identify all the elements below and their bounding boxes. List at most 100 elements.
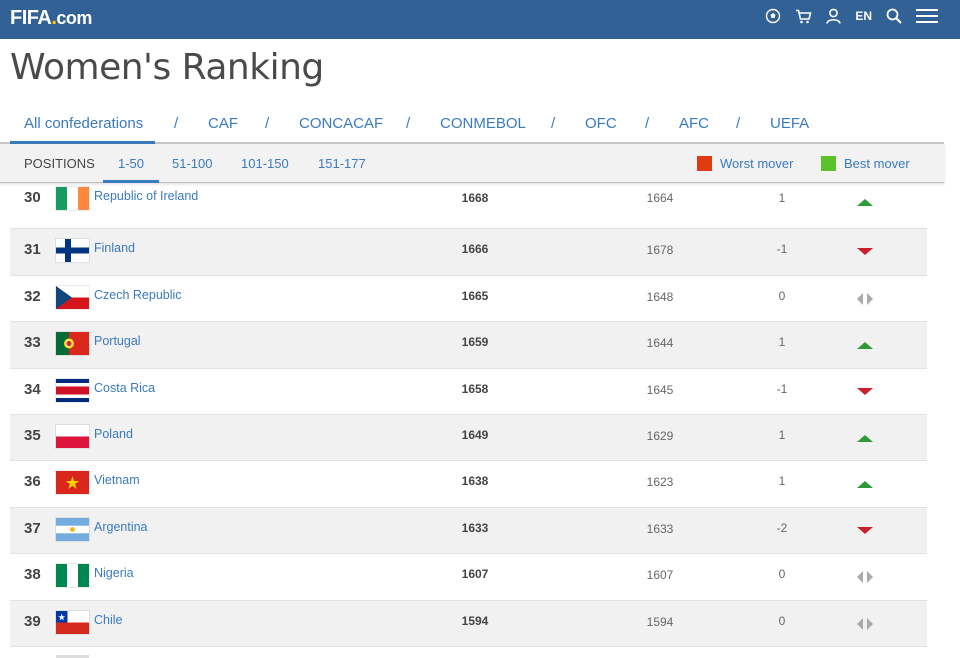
table-row[interactable]: 37 Argentina 1633 1633 -2 [10,507,927,555]
header-actions: EN [765,8,938,24]
tab-uefa[interactable]: UEFA [770,115,809,132]
tab-caf[interactable]: CAF [208,115,238,132]
positions-label: POSITIONS [24,156,95,171]
tab-all-confederations[interactable]: All confederations [24,115,143,132]
positions-bar: POSITIONS 1-50 51-100 101-150 151-177 Wo… [0,144,944,183]
total-points: 1649 [461,427,489,442]
ranking-table: 30 Republic of Ireland 1668 1664 1 31 Finland 1… [10,183,927,647]
total-points: 1665 [461,288,489,303]
table-row[interactable]: 39 Chile 1594 1594 0 [10,600,927,647]
previous-points: 1644 [646,336,674,351]
previous-points: 1594 [646,614,674,629]
tab-ofc[interactable]: OFC [585,115,617,132]
tab-positions-101-150[interactable]: 101-150 [241,156,289,171]
total-points: 1666 [461,242,489,257]
tab-conmebol[interactable]: CONMEBOL [440,115,526,132]
country-link[interactable]: Chile [94,613,123,627]
total-points: 1638 [461,474,489,489]
rank-number: 30 [24,189,41,206]
rank-number: 33 [24,334,41,352]
rank-number: 37 [24,519,41,537]
trend-down-icon [855,245,875,257]
country-link[interactable]: Costa Rica [94,381,155,395]
trend-same-icon [855,617,875,630]
best-mover-swatch [821,156,836,171]
finland-flag-icon [56,239,89,263]
table-row[interactable]: 30 Republic of Ireland 1668 1664 1 [10,183,927,230]
costarica-flag-icon [56,378,89,402]
tab-positions-151-177[interactable]: 151-177 [318,156,366,171]
total-points: 1668 [461,191,489,205]
rank-movement: 1 [778,427,786,442]
table-row[interactable]: 38 Nigeria 1607 1607 0 [10,554,927,601]
previous-points: 1648 [646,289,674,304]
country-link[interactable]: Vietnam [94,473,140,487]
portugal-flag-icon [56,332,89,356]
country-link[interactable]: Portugal [94,334,141,348]
user-icon[interactable] [826,8,842,24]
rank-movement: -1 [776,381,788,396]
czech-flag-icon [56,285,89,309]
trend-up-icon [855,477,875,489]
rank-movement: 1 [778,335,786,350]
trend-down-icon [855,385,875,397]
rank-movement: 0 [778,288,786,303]
rank-number: 38 [24,566,41,584]
rank-movement: 1 [778,474,786,489]
rank-movement: -2 [776,520,788,535]
rank-number: 35 [24,426,41,444]
top-bar: FIFA.com EN [0,0,960,39]
country-link[interactable]: Finland [94,241,135,255]
vietnam-flag-icon [56,471,89,495]
tab-separator: / [736,115,741,132]
confederation-tabs: All confederations / CAF / CONCACAF / CO… [0,108,944,144]
table-row[interactable]: 35 Poland 1649 1629 1 [10,414,927,462]
table-row[interactable]: 34 Costa Rica 1658 1645 -1 [10,369,927,415]
page-title: Women's Ranking [10,47,324,88]
previous-points: 1664 [646,191,674,205]
rank-number: 31 [24,241,41,259]
total-points: 1658 [461,381,489,396]
previous-points: 1633 [646,521,674,536]
fifa-logo[interactable]: FIFA.com [10,7,92,30]
total-points: 1659 [461,335,489,350]
argentina-flag-icon [56,517,89,541]
worst-mover-swatch [697,156,712,171]
table-row[interactable]: 31 Finland 1666 1678 -1 [10,229,927,276]
trend-same-icon [855,292,875,305]
tab-positions-51-100[interactable]: 51-100 [172,156,212,171]
rank-number: 34 [24,380,41,398]
tab-positions-1-50[interactable]: 1-50 [118,156,144,171]
search-icon[interactable] [886,8,902,24]
rank-number: 32 [24,287,41,305]
ball-icon[interactable] [765,8,781,24]
previous-points: 1607 [646,568,674,583]
total-points: 1633 [461,520,489,535]
ireland-flag-icon [56,187,89,210]
rank-movement: 1 [778,191,786,205]
trend-down-icon [855,524,875,536]
trend-up-icon [855,431,875,443]
table-row[interactable]: 36 Vietnam 1638 1623 1 [10,461,927,508]
tab-afc[interactable]: AFC [679,115,709,132]
language-selector[interactable]: EN [855,9,872,23]
country-link[interactable]: Argentina [94,520,148,534]
cart-icon[interactable] [795,9,812,24]
trend-up-icon [855,195,875,207]
chile-flag-icon [56,610,89,634]
tab-separator: / [174,115,179,132]
rank-movement: -1 [776,242,788,257]
menu-icon[interactable] [916,8,938,24]
table-row[interactable]: 33 Portugal 1659 1644 1 [10,322,927,369]
table-row[interactable]: 32 Czech Republic 1665 1648 0 [10,276,927,323]
country-link[interactable]: Republic of Ireland [94,189,198,203]
country-link[interactable]: Poland [94,427,133,441]
tab-concacaf[interactable]: CONCACAF [299,115,383,132]
country-link[interactable]: Czech Republic [94,288,182,302]
rank-movement: 0 [778,613,786,628]
previous-points: 1623 [646,475,674,490]
tab-separator: / [551,115,556,132]
total-points: 1607 [461,567,489,582]
country-link[interactable]: Nigeria [94,566,134,580]
tab-separator: / [265,115,270,132]
